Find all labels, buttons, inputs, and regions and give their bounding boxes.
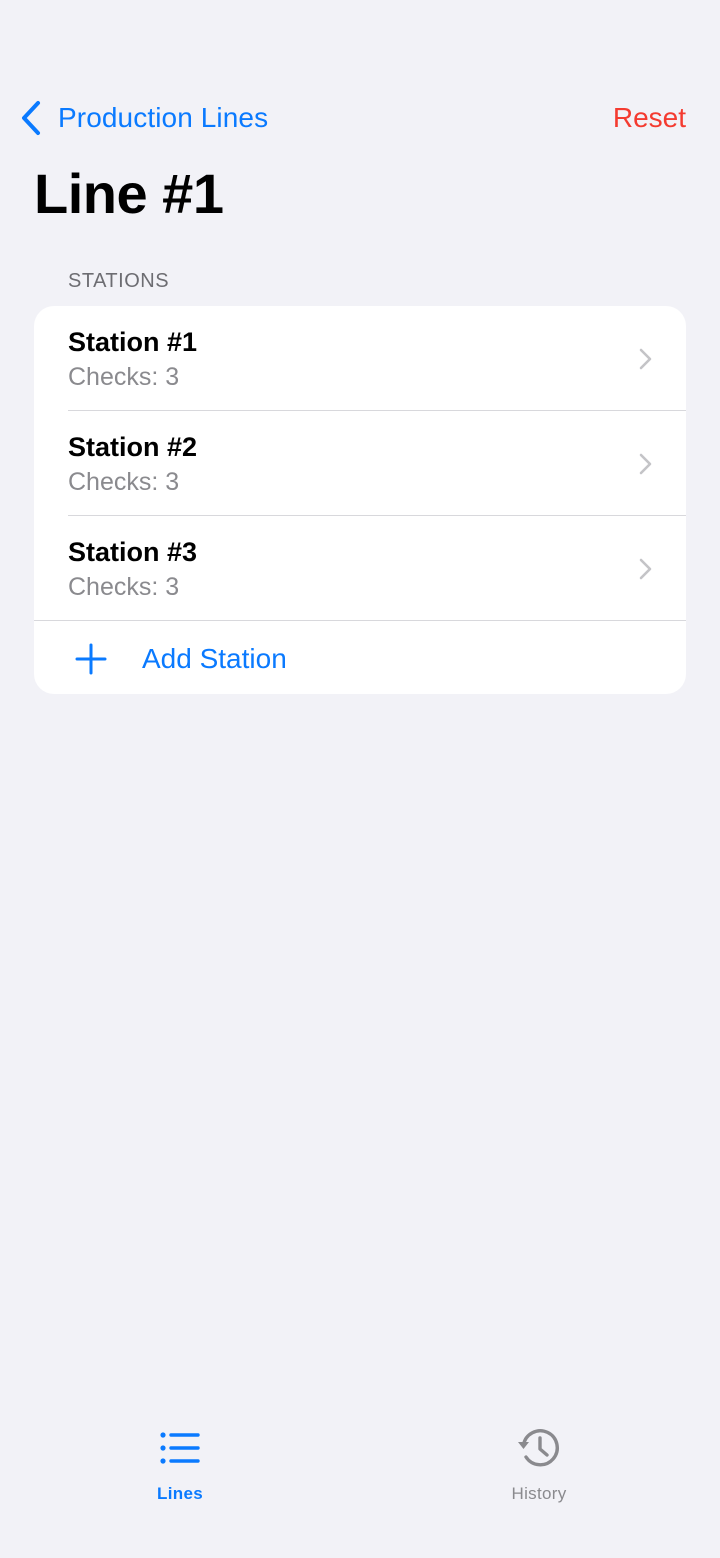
tab-bar: Lines History — [0, 1400, 720, 1558]
stations-list: Station #1 Checks: 3 Station #2 Checks: … — [34, 306, 686, 694]
station-row[interactable]: Station #3 Checks: 3 — [34, 516, 686, 621]
back-button[interactable]: Production Lines — [20, 98, 268, 138]
list-icon — [160, 1432, 200, 1464]
tab-history-label: History — [511, 1484, 567, 1503]
add-station-button[interactable]: Add Station — [34, 621, 686, 694]
chevron-right-icon — [639, 558, 652, 580]
tab-lines-label: Lines — [157, 1484, 203, 1503]
plus-icon — [75, 643, 107, 675]
station-title: Station #3 — [68, 537, 198, 567]
chevron-right-icon — [639, 453, 652, 475]
chevron-left-icon — [22, 101, 40, 135]
section-header-stations: STATIONS — [68, 270, 170, 292]
history-clock-icon — [518, 1429, 559, 1467]
station-title: Station #2 — [68, 432, 198, 462]
station-title: Station #1 — [68, 327, 198, 357]
station-checks-count: Checks: 3 — [68, 363, 180, 391]
station-row[interactable]: Station #1 Checks: 3 — [34, 306, 686, 411]
station-checks-count: Checks: 3 — [68, 573, 180, 601]
back-button-label: Production Lines — [58, 102, 269, 133]
tab-lines[interactable]: Lines — [90, 1424, 270, 1514]
navigation-bar: Production Lines Reset — [0, 88, 720, 148]
station-row[interactable]: Station #2 Checks: 3 — [34, 411, 686, 516]
tab-history[interactable]: History — [449, 1424, 629, 1514]
page-title: Line #1 — [34, 162, 224, 225]
add-station-label: Add Station — [142, 643, 287, 674]
chevron-right-icon — [639, 348, 652, 370]
reset-button[interactable]: Reset — [613, 98, 686, 138]
station-checks-count: Checks: 3 — [68, 468, 180, 496]
